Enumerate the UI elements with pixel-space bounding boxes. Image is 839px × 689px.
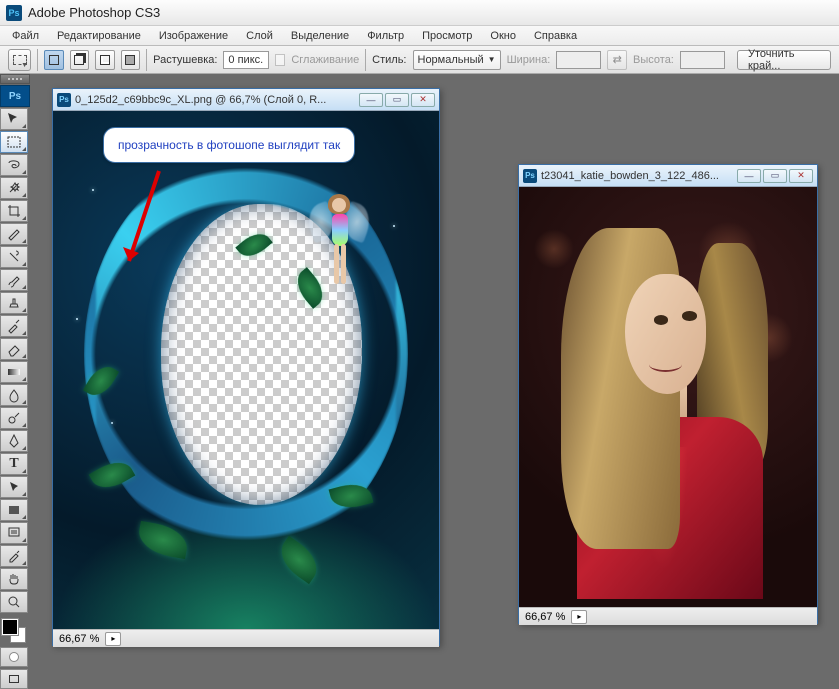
lasso-tool[interactable] xyxy=(0,154,28,176)
selection-intersect-button[interactable] xyxy=(121,50,141,70)
annotation-callout: прозрачность в фотошопе выглядит так xyxy=(103,127,355,163)
status-info-button[interactable]: ▸ xyxy=(571,610,587,624)
color-swatches[interactable] xyxy=(0,617,28,645)
feather-input[interactable]: 0 пикс. xyxy=(223,51,268,69)
history-brush-tool[interactable] xyxy=(0,315,28,337)
notes-tool[interactable] xyxy=(0,522,28,544)
height-input xyxy=(680,51,725,69)
refine-edge-button[interactable]: Уточнить край... xyxy=(737,50,831,70)
document-statusbar-1: 66,67 % ▸ xyxy=(53,629,439,647)
width-label: Ширина: xyxy=(507,54,551,66)
selection-new-button[interactable] xyxy=(44,50,64,70)
tools-panel: Ps T xyxy=(0,74,30,689)
rectangular-marquee-tool[interactable] xyxy=(0,131,28,153)
rectangle-tool[interactable] xyxy=(0,499,28,521)
height-label: Высота: xyxy=(633,54,674,66)
brush-tool[interactable] xyxy=(0,269,28,291)
fairy-illustration xyxy=(310,184,370,294)
status-info-button[interactable]: ▸ xyxy=(105,632,121,646)
chevron-down-icon: ▼ xyxy=(21,62,28,69)
antialias-checkbox xyxy=(275,54,286,66)
dodge-tool[interactable] xyxy=(0,407,28,429)
rect-add-icon xyxy=(74,55,84,65)
zoom-level-2[interactable]: 66,67 % xyxy=(525,611,565,623)
divider xyxy=(37,49,38,71)
style-label: Стиль: xyxy=(372,54,406,66)
path-selection-tool[interactable] xyxy=(0,476,28,498)
photo-subject xyxy=(549,221,787,599)
menu-window[interactable]: Окно xyxy=(482,28,524,44)
horizontal-type-tool[interactable]: T xyxy=(0,453,28,475)
blur-tool[interactable] xyxy=(0,384,28,406)
ps-home-icon[interactable]: Ps xyxy=(0,85,30,107)
crop-tool[interactable] xyxy=(0,200,28,222)
document-title-2: t23041_katie_bowden_3_122_486... xyxy=(541,170,733,182)
selection-subtract-button[interactable] xyxy=(95,50,115,70)
foreground-color-swatch[interactable] xyxy=(2,619,18,635)
magic-wand-tool[interactable] xyxy=(0,177,28,199)
rect-int-icon xyxy=(125,55,135,65)
chevron-down-icon: ▼ xyxy=(488,55,496,64)
pen-tool[interactable] xyxy=(0,430,28,452)
width-input xyxy=(556,51,601,69)
divider xyxy=(365,49,366,71)
document-titlebar-2[interactable]: Ps t23041_katie_bowden_3_122_486... — ▭ … xyxy=(519,165,817,187)
divider xyxy=(146,49,147,71)
slice-tool[interactable] xyxy=(0,223,28,245)
maximize-button[interactable]: ▭ xyxy=(763,169,787,183)
menu-file[interactable]: Файл xyxy=(4,28,47,44)
menu-view[interactable]: Просмотр xyxy=(414,28,480,44)
minimize-button[interactable]: — xyxy=(737,169,761,183)
antialias-label: Сглаживание xyxy=(291,54,359,66)
style-select[interactable]: Нормальный ▼ xyxy=(413,50,501,70)
rect-icon xyxy=(49,55,59,65)
zoom-level-1[interactable]: 66,67 % xyxy=(59,633,99,645)
menu-image[interactable]: Изображение xyxy=(151,28,236,44)
file-icon: Ps xyxy=(57,93,71,107)
zoom-tool[interactable] xyxy=(0,591,28,613)
document-window-1: Ps 0_125d2_c69bbc9c_XL.png @ 66,7% (Слой… xyxy=(52,88,440,646)
rect-sub-icon xyxy=(100,55,110,65)
document-title-1: 0_125d2_c69bbc9c_XL.png @ 66,7% (Слой 0,… xyxy=(75,94,355,106)
quick-mask-toggle[interactable] xyxy=(0,647,28,667)
menu-select[interactable]: Выделение xyxy=(283,28,357,44)
menu-filter[interactable]: Фильтр xyxy=(359,28,412,44)
minimize-button[interactable]: — xyxy=(359,93,383,107)
app-logo-icon: Ps xyxy=(6,5,22,21)
menu-edit[interactable]: Редактирование xyxy=(49,28,149,44)
document-statusbar-2: 66,67 % ▸ xyxy=(519,607,817,625)
spot-healing-brush-tool[interactable] xyxy=(0,246,28,268)
close-button[interactable]: ✕ xyxy=(411,93,435,107)
screen-mode-toggle[interactable] xyxy=(0,669,28,689)
eraser-tool[interactable] xyxy=(0,338,28,360)
options-bar: ▼ Растушевка: 0 пикс. Сглаживание Стиль:… xyxy=(0,46,839,74)
tool-preset-picker[interactable]: ▼ xyxy=(8,49,31,71)
eyedropper-tool[interactable] xyxy=(0,545,28,567)
maximize-button[interactable]: ▭ xyxy=(385,93,409,107)
clone-stamp-tool[interactable] xyxy=(0,292,28,314)
style-value: Нормальный xyxy=(418,54,484,66)
document-canvas-2[interactable] xyxy=(519,187,817,607)
close-button[interactable]: ✕ xyxy=(789,169,813,183)
tools-grip-icon[interactable] xyxy=(0,74,30,84)
hand-tool[interactable] xyxy=(0,568,28,590)
app-titlebar: Ps Adobe Photoshop CS3 xyxy=(0,0,839,26)
menu-help[interactable]: Справка xyxy=(526,28,585,44)
feather-label: Растушевка: xyxy=(153,54,217,66)
file-icon: Ps xyxy=(523,169,537,183)
gradient-tool[interactable] xyxy=(0,361,28,383)
red-arrow-icon xyxy=(119,161,179,281)
document-titlebar-1[interactable]: Ps 0_125d2_c69bbc9c_XL.png @ 66,7% (Слой… xyxy=(53,89,439,111)
swap-wh-button: ⇄ xyxy=(607,50,627,70)
move-tool[interactable] xyxy=(0,108,28,130)
selection-add-button[interactable] xyxy=(70,50,90,70)
app-title: Adobe Photoshop CS3 xyxy=(28,5,160,20)
menu-layer[interactable]: Слой xyxy=(238,28,281,44)
document-canvas-1[interactable]: прозрачность в фотошопе выглядит так xyxy=(53,111,439,629)
document-window-2: Ps t23041_katie_bowden_3_122_486... — ▭ … xyxy=(518,164,818,624)
menu-bar: Файл Редактирование Изображение Слой Выд… xyxy=(0,26,839,46)
